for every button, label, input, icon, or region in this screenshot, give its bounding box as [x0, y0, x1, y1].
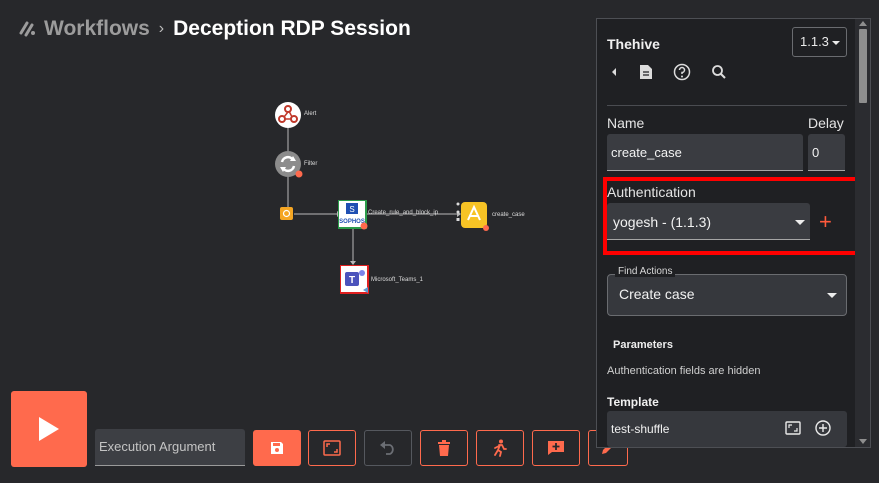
- app-config-panel: Thehive 1.1.3 Name Delay create_case 0 A…: [596, 18, 871, 448]
- panel-divider: [607, 105, 847, 106]
- delay-input[interactable]: 0: [808, 134, 845, 171]
- expand-editor-icon[interactable]: [785, 421, 801, 435]
- refresh-icon[interactable]: [274, 150, 304, 180]
- svg-text:T: T: [349, 275, 355, 286]
- webhook-icon[interactable]: [274, 101, 302, 129]
- parameters-heading: Parameters: [613, 339, 673, 351]
- workflow-editor: Workflows › Deception RDP Session Alert: [0, 0, 879, 483]
- panel-icon-row: [609, 63, 747, 81]
- help-icon[interactable]: [673, 63, 691, 81]
- scroll-up-arrow-icon[interactable]: [859, 21, 867, 26]
- search-icon[interactable]: [711, 64, 727, 80]
- undo-button[interactable]: [364, 430, 412, 466]
- name-label: Name: [607, 115, 645, 131]
- template-value: test-shuffle: [611, 422, 670, 436]
- fit-screen-icon: [323, 440, 341, 456]
- back-arrow-icon[interactable]: [609, 66, 619, 78]
- graph-edges: [287, 128, 461, 265]
- authentication-select[interactable]: yogesh - (1.1.3): [607, 203, 810, 240]
- node-label-alert: Alert: [304, 111, 317, 117]
- add-comment-button[interactable]: [532, 430, 580, 466]
- app-name: Thehive: [607, 36, 660, 52]
- authentication-value: yogesh - (1.1.3): [613, 214, 712, 230]
- chevron-down-icon: [827, 293, 837, 298]
- workflow-graph[interactable]: Alert Filter S SOPHOS Create_rule_and_bl…: [0, 0, 590, 380]
- thehive-icon[interactable]: [455, 198, 491, 234]
- sophos-icon[interactable]: S SOPHOS: [338, 200, 368, 230]
- fit-view-button[interactable]: [308, 430, 356, 466]
- svg-text:SOPHOS: SOPHOS: [339, 219, 365, 225]
- microsoft-teams-icon[interactable]: T: [340, 265, 370, 295]
- node-label-sophos: Create_rule_and_block_ip: [368, 210, 439, 216]
- undo-icon: [380, 441, 394, 455]
- execution-argument-input[interactable]: Execution Argument: [95, 429, 245, 466]
- find-actions-label: Find Actions: [615, 266, 676, 277]
- node-label-thehive: create_case: [492, 212, 525, 218]
- name-input[interactable]: create_case: [607, 134, 803, 171]
- trash-icon: [438, 440, 450, 456]
- delete-button[interactable]: [420, 430, 468, 466]
- save-button[interactable]: [253, 430, 301, 466]
- version-select[interactable]: 1.1.3: [792, 27, 847, 57]
- condition-icon[interactable]: [280, 207, 294, 221]
- document-icon[interactable]: [639, 64, 653, 80]
- run-workflow-button[interactable]: [11, 391, 87, 467]
- template-label: Template: [607, 395, 659, 409]
- chevron-down-icon: [795, 220, 805, 225]
- auth-hidden-note: Authentication fields are hidden: [607, 365, 761, 377]
- play-icon: [39, 417, 59, 441]
- scroll-down-arrow-icon[interactable]: [859, 439, 867, 444]
- scroll-thumb[interactable]: [859, 29, 867, 103]
- chevron-down-icon: [832, 41, 840, 45]
- add-authentication-button[interactable]: +: [819, 211, 832, 233]
- add-circle-icon[interactable]: [815, 420, 831, 436]
- save-icon: [271, 442, 283, 454]
- find-actions-value: Create case: [619, 286, 695, 302]
- running-person-icon: [494, 439, 507, 457]
- run-mode-button[interactable]: [476, 430, 524, 466]
- add-comment-icon: [548, 441, 564, 455]
- authentication-label: Authentication: [607, 184, 696, 200]
- svg-text:S: S: [349, 205, 354, 214]
- version-value: 1.1.3: [800, 34, 829, 49]
- node-label-filter: Filter: [304, 161, 318, 167]
- panel-scrollbar[interactable]: [855, 19, 870, 447]
- node-label-teams: Microsoft_Teams_1: [371, 277, 424, 283]
- delay-label: Delay: [808, 115, 844, 131]
